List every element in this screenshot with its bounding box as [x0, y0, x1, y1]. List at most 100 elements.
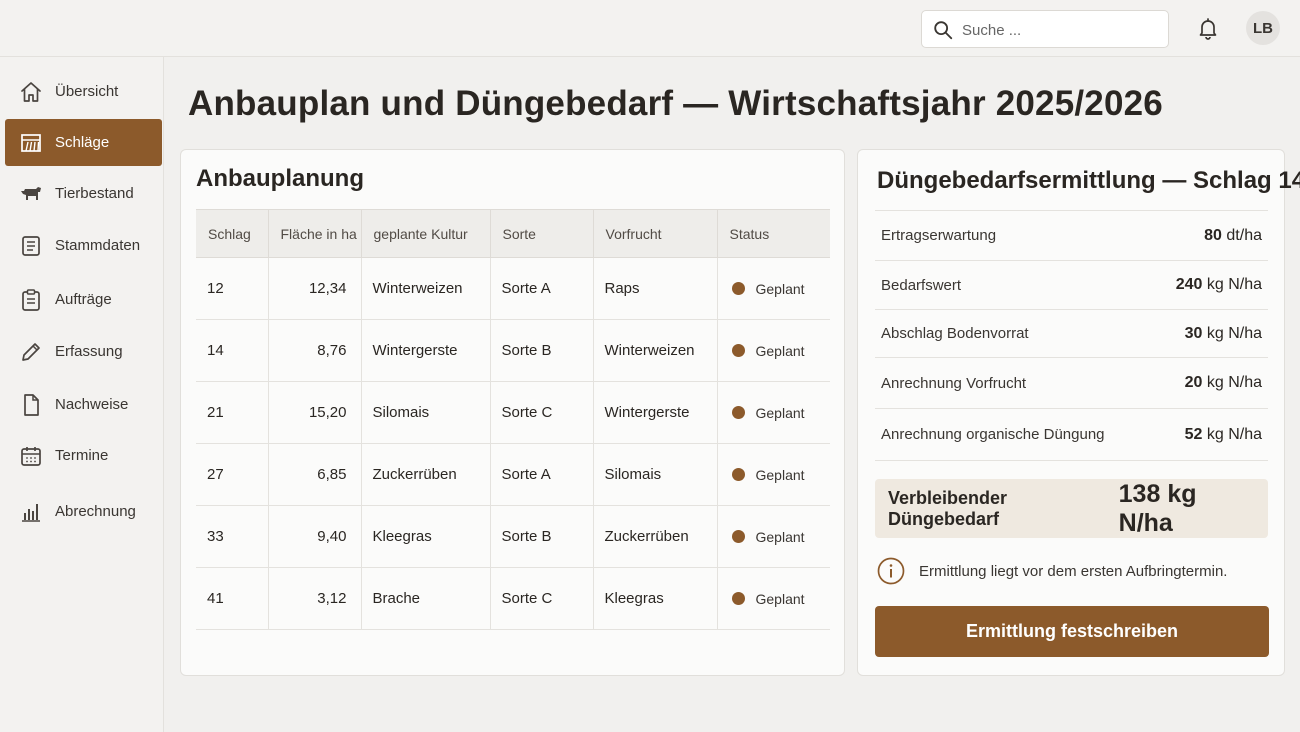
- status-dot-icon: [731, 282, 745, 295]
- fertilizer-row-organische-duengung: Anrechnung organische Düngung 52 kg N/ha: [875, 408, 1268, 461]
- cell-sorte: Sorte B: [490, 505, 594, 568]
- sidebar-item-abrechnung[interactable]: Abrechnung: [5, 488, 162, 535]
- cell-schlag: 33: [196, 505, 269, 568]
- document-list-icon: [22, 235, 40, 256]
- table-row[interactable]: 12 12,34 Winterweizen Sorte A Raps Gepla…: [196, 257, 830, 320]
- sidebar-item-erfassung[interactable]: Erfassung: [5, 328, 162, 375]
- column-header-sorte[interactable]: Sorte: [490, 209, 594, 258]
- sidebar-item-label: Übersicht: [55, 83, 119, 100]
- cell-kultur: Winterweizen: [361, 257, 491, 320]
- status-dot-icon: [731, 344, 745, 357]
- table-row[interactable]: 33 9,40 Kleegras Sorte B Zuckerrüben Gep…: [196, 505, 830, 568]
- table-row[interactable]: 27 6,85 Zuckerrüben Sorte A Silomais Gep…: [196, 443, 830, 506]
- search-icon: [934, 21, 953, 40]
- cell-schlag: 27: [196, 443, 269, 506]
- table-header-row: Schlag Fläche in ha geplante Kultur Sort…: [196, 209, 830, 258]
- planning-title: Anbauplanung: [196, 165, 364, 192]
- cell-status: Geplant: [717, 505, 830, 568]
- pencil-icon: [22, 342, 40, 361]
- sidebar-item-label: Schläge: [55, 134, 110, 151]
- top-bar: LB: [0, 0, 1300, 57]
- sidebar-item-uebersicht[interactable]: Übersicht: [5, 68, 162, 115]
- clipboard-icon: [22, 288, 40, 311]
- search-input[interactable]: [962, 17, 1162, 43]
- cell-schlag: 41: [196, 567, 269, 630]
- fertilizer-card: Düngebedarfsermittlung — Schlag 14 Ertra…: [857, 149, 1300, 676]
- cell-schlag: 21: [196, 381, 269, 444]
- sidebar-item-label: Erfassung: [55, 343, 123, 360]
- sidebar-item-stammdaten[interactable]: Stammdaten: [5, 222, 162, 269]
- sidebar-item-label: Stammdaten: [55, 237, 141, 254]
- cell-flaeche: 15,20: [268, 381, 362, 444]
- cell-vorfrucht: Silomais: [593, 443, 718, 506]
- info-note: Ermittlung liegt vor dem ersten Aufbring…: [877, 557, 1227, 585]
- bell-icon[interactable]: [1196, 16, 1220, 40]
- page-title: Anbauplan und Düngebedarf — Wirtschaftsj…: [188, 84, 1163, 123]
- sidebar: Übersicht Schläge Tierbestand Stammdaten: [0, 57, 164, 732]
- cell-vorfrucht: Zuckerrüben: [593, 505, 718, 568]
- avatar[interactable]: LB: [1246, 11, 1280, 45]
- fertilizer-label: Ertragserwartung: [881, 227, 997, 244]
- fertilizer-row-bedarfswert: Bedarfswert 240 kg N/ha: [875, 260, 1268, 309]
- cell-vorfrucht: Wintergerste: [593, 381, 718, 444]
- column-header-schlag[interactable]: Schlag: [196, 209, 269, 258]
- sidebar-item-auftraege[interactable]: Aufträge: [5, 276, 162, 323]
- cell-schlag: 14: [196, 319, 269, 382]
- sidebar-item-schlaege[interactable]: Schläge: [5, 119, 162, 166]
- cell-status: Geplant: [717, 443, 830, 506]
- column-header-vorfrucht[interactable]: Vorfrucht: [593, 209, 718, 258]
- fertilizer-value: 240 kg N/ha: [1175, 276, 1262, 293]
- status-dot-icon: [731, 406, 745, 419]
- sidebar-item-label: Termine: [55, 447, 109, 464]
- result-box: Verbleibender Düngebedarf 138 kg N/ha: [875, 479, 1268, 538]
- calendar-icon: [21, 446, 41, 466]
- sidebar-item-nachweise[interactable]: Nachweise: [5, 381, 162, 428]
- cell-status: Geplant: [717, 381, 830, 444]
- status-badge: Geplant: [755, 280, 805, 297]
- save-calculation-button[interactable]: Ermittlung festschreiben: [875, 606, 1269, 657]
- cell-kultur: Brache: [361, 567, 491, 630]
- status-badge: Geplant: [755, 590, 805, 607]
- sidebar-item-label: Tierbestand: [55, 185, 134, 202]
- fertilizer-label: Anrechnung organische Düngung: [881, 426, 1105, 443]
- result-label: Verbleibender Düngebedarf: [888, 487, 1008, 529]
- fertilizer-value: 80 dt/ha: [1204, 226, 1262, 244]
- sidebar-item-label: Abrechnung: [55, 503, 136, 520]
- cell-flaeche: 6,85: [268, 443, 362, 506]
- cell-schlag: 12: [196, 257, 269, 320]
- cell-status: Geplant: [717, 567, 830, 630]
- fertilizer-row-vorfrucht: Anrechnung Vorfrucht 20 kg N/ha: [875, 357, 1268, 408]
- cell-status: Geplant: [717, 257, 830, 320]
- search-box[interactable]: [921, 10, 1169, 48]
- table-row[interactable]: 21 15,20 Silomais Sorte C Wintergerste G…: [196, 381, 830, 444]
- column-header-flaeche[interactable]: Fläche in ha: [268, 209, 362, 258]
- cell-kultur: Silomais: [361, 381, 491, 444]
- info-icon: [877, 557, 905, 585]
- fertilizer-title: Düngebedarfsermittlung — Schlag 14: [877, 167, 1300, 194]
- fertilizer-value: 52 kg N/ha: [1184, 425, 1262, 443]
- fertilizer-row-bodenvorrat: Abschlag Bodenvorrat 30 kg N/ha: [875, 309, 1268, 357]
- column-header-status[interactable]: Status: [717, 209, 830, 258]
- cell-sorte: Sorte B: [490, 319, 594, 382]
- sidebar-item-label: Aufträge: [55, 291, 112, 308]
- fertilizer-row-ertragserwartung: Ertragserwartung 80 dt/ha: [875, 210, 1268, 260]
- fertilizer-label: Bedarfswert: [881, 276, 962, 294]
- sidebar-item-tierbestand[interactable]: Tierbestand: [5, 170, 162, 217]
- status-badge: Geplant: [755, 342, 805, 359]
- sidebar-item-termine[interactable]: Termine: [5, 432, 162, 479]
- planning-card: Anbauplanung Schlag Fläche in ha geplant…: [180, 149, 845, 676]
- column-header-kultur[interactable]: geplante Kultur: [361, 209, 491, 258]
- status-badge: Geplant: [755, 528, 805, 545]
- status-dot-icon: [731, 530, 745, 543]
- table-row[interactable]: 14 8,76 Wintergerste Sorte B Winterweize…: [196, 319, 830, 382]
- table-row[interactable]: 41 3,12 Brache Sorte C Kleegras Geplant: [196, 567, 830, 630]
- cell-flaeche: 12,34: [268, 257, 362, 320]
- info-text: Ermittlung liegt vor dem ersten Aufbring…: [919, 562, 1228, 580]
- cell-kultur: Zuckerrüben: [361, 443, 491, 506]
- result-value: 138 kg N/ha: [1118, 479, 1197, 537]
- cell-vorfrucht: Raps: [593, 257, 718, 320]
- planning-table: Schlag Fläche in ha geplante Kultur Sort…: [196, 209, 830, 630]
- cell-status: Geplant: [717, 319, 830, 382]
- cell-vorfrucht: Winterweizen: [593, 319, 718, 382]
- status-dot-icon: [731, 592, 745, 605]
